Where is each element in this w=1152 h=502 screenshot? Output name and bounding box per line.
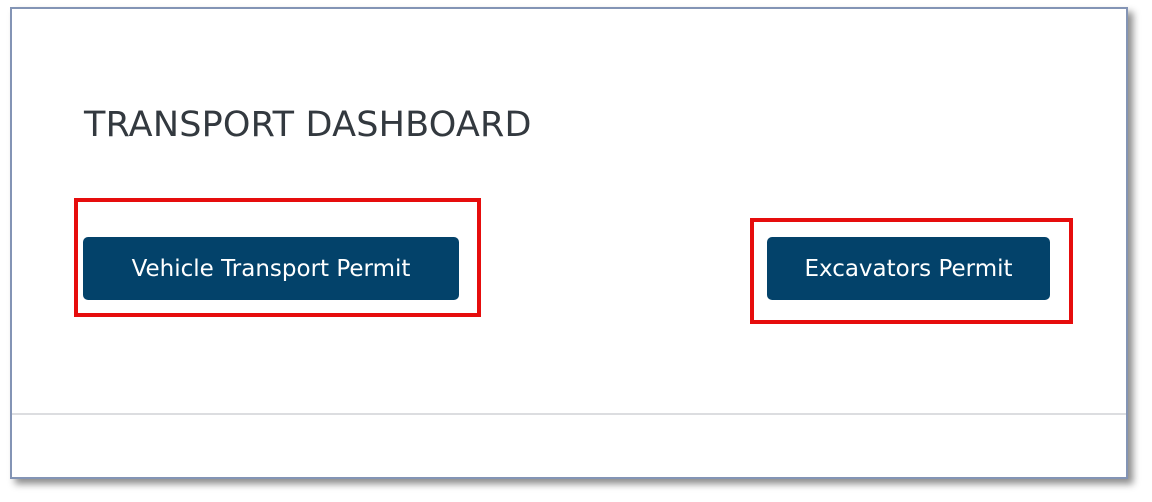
page-title: TRANSPORT DASHBOARD — [84, 105, 532, 145]
vehicle-transport-permit-button[interactable]: Vehicle Transport Permit — [83, 237, 459, 300]
excavators-permit-button[interactable]: Excavators Permit — [767, 237, 1050, 300]
panel-divider — [12, 413, 1126, 415]
dashboard-panel: TRANSPORT DASHBOARD Vehicle Transport Pe… — [10, 7, 1128, 479]
